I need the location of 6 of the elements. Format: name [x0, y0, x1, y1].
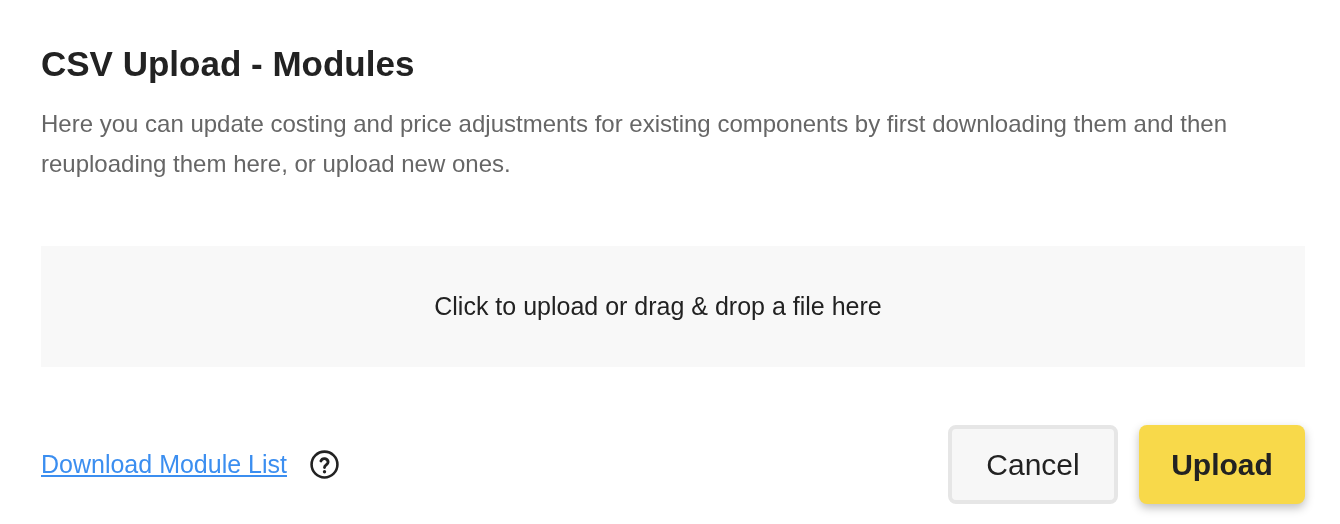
cancel-button[interactable]: Cancel	[948, 425, 1118, 504]
dialog-title: CSV Upload - Modules	[41, 43, 416, 85]
help-icon[interactable]	[309, 449, 340, 480]
upload-button[interactable]: Upload	[1139, 425, 1305, 504]
description: Here you can update costing and price adjustments for existing components by first downloading them and then reuploading them here, or upload new ones.	[41, 109, 1229, 179]
upload-dropzone[interactable]: Click to upload or drag & drop a file here	[41, 246, 1305, 367]
